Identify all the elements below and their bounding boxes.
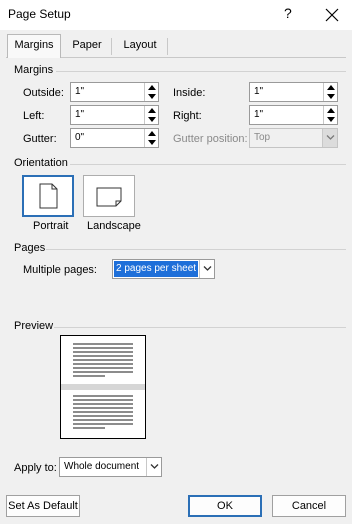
left-value: 1" bbox=[75, 109, 85, 120]
spin-up-button[interactable] bbox=[145, 106, 158, 115]
section-divider bbox=[56, 71, 346, 72]
left-label: Left: bbox=[23, 110, 45, 122]
apply-to-label: Apply to: bbox=[14, 462, 57, 474]
multiple-pages-value: 2 pages per sheet bbox=[116, 263, 197, 274]
section-divider bbox=[70, 164, 346, 165]
spinner-buttons bbox=[144, 83, 158, 101]
spin-up-button[interactable] bbox=[145, 83, 158, 92]
tab-paper[interactable]: Paper bbox=[64, 35, 110, 57]
outside-spinner[interactable]: 1" bbox=[70, 82, 159, 102]
gutter-position-label: Gutter position: bbox=[173, 133, 248, 145]
close-button[interactable] bbox=[322, 2, 342, 27]
down-arrow-icon bbox=[327, 117, 335, 122]
dropdown-button[interactable] bbox=[199, 260, 214, 278]
window-title: Page Setup bbox=[8, 7, 71, 21]
apply-to-select[interactable]: Whole document bbox=[59, 457, 162, 477]
up-arrow-icon bbox=[327, 85, 335, 90]
set-as-default-button[interactable]: Set As Default bbox=[6, 495, 80, 517]
tab-divider bbox=[167, 38, 168, 55]
landscape-button[interactable] bbox=[83, 175, 135, 217]
apply-to-value: Whole document bbox=[64, 461, 140, 472]
spin-up-button[interactable] bbox=[324, 106, 337, 115]
spin-down-button[interactable] bbox=[145, 138, 158, 147]
cancel-button[interactable]: Cancel bbox=[272, 495, 346, 517]
spin-down-button[interactable] bbox=[145, 92, 158, 101]
margins-section-label: Margins bbox=[14, 64, 54, 76]
gutter-label: Gutter: bbox=[23, 133, 57, 145]
tab-margins[interactable]: Margins bbox=[7, 34, 61, 58]
right-label: Right: bbox=[173, 110, 202, 122]
gutter-spinner[interactable]: 0" bbox=[70, 128, 159, 148]
spin-up-button[interactable] bbox=[145, 129, 158, 138]
dropdown-button bbox=[322, 129, 337, 147]
close-icon bbox=[325, 8, 339, 22]
multiple-pages-label: Multiple pages: bbox=[23, 264, 97, 276]
up-arrow-icon bbox=[148, 108, 156, 113]
outside-label: Outside: bbox=[23, 87, 64, 99]
outside-value: 1" bbox=[75, 86, 85, 97]
gutter-position-value: Top bbox=[254, 132, 271, 143]
spinner-buttons bbox=[144, 106, 158, 124]
spin-up-button[interactable] bbox=[324, 83, 337, 92]
right-value: 1" bbox=[254, 109, 264, 120]
preview-page-image bbox=[61, 336, 145, 429]
spinner-buttons bbox=[323, 83, 337, 101]
landscape-page-icon bbox=[96, 187, 122, 207]
tab-divider bbox=[111, 38, 112, 55]
portrait-button[interactable] bbox=[22, 175, 74, 217]
up-arrow-icon bbox=[327, 108, 335, 113]
spinner-buttons bbox=[323, 106, 337, 124]
spinner-buttons bbox=[144, 129, 158, 147]
up-arrow-icon bbox=[148, 85, 156, 90]
preview-section-label: Preview bbox=[14, 320, 54, 332]
inside-spinner[interactable]: 1" bbox=[249, 82, 338, 102]
multiple-pages-select[interactable]: 2 pages per sheet bbox=[112, 259, 215, 279]
section-divider bbox=[46, 249, 346, 250]
right-spinner[interactable]: 1" bbox=[249, 105, 338, 125]
help-button[interactable]: ? bbox=[284, 5, 292, 21]
landscape-label: Landscape bbox=[87, 220, 141, 232]
chevron-down-icon bbox=[150, 464, 159, 469]
down-arrow-icon bbox=[148, 140, 156, 145]
inside-label: Inside: bbox=[173, 87, 206, 99]
portrait-page-icon bbox=[39, 183, 58, 209]
down-arrow-icon bbox=[148, 117, 156, 122]
up-arrow-icon bbox=[148, 131, 156, 136]
section-divider bbox=[54, 327, 346, 328]
portrait-label: Portrait bbox=[33, 220, 69, 232]
down-arrow-icon bbox=[327, 94, 335, 99]
dropdown-button[interactable] bbox=[146, 458, 161, 476]
inside-value: 1" bbox=[254, 86, 264, 97]
tab-layout[interactable]: Layout bbox=[113, 35, 167, 57]
pages-section-label: Pages bbox=[14, 242, 46, 254]
chevron-down-icon bbox=[326, 135, 335, 140]
ok-button[interactable]: OK bbox=[188, 495, 262, 517]
chevron-down-icon bbox=[203, 266, 212, 271]
gutter-value: 0" bbox=[75, 132, 85, 143]
orientation-section-label: Orientation bbox=[14, 157, 68, 169]
gutter-position-select: Top bbox=[249, 128, 338, 148]
spin-down-button[interactable] bbox=[324, 115, 337, 124]
down-arrow-icon bbox=[148, 94, 156, 99]
preview-thumbnail bbox=[60, 335, 146, 439]
left-spinner[interactable]: 1" bbox=[70, 105, 159, 125]
spin-down-button[interactable] bbox=[324, 92, 337, 101]
spin-down-button[interactable] bbox=[145, 115, 158, 124]
